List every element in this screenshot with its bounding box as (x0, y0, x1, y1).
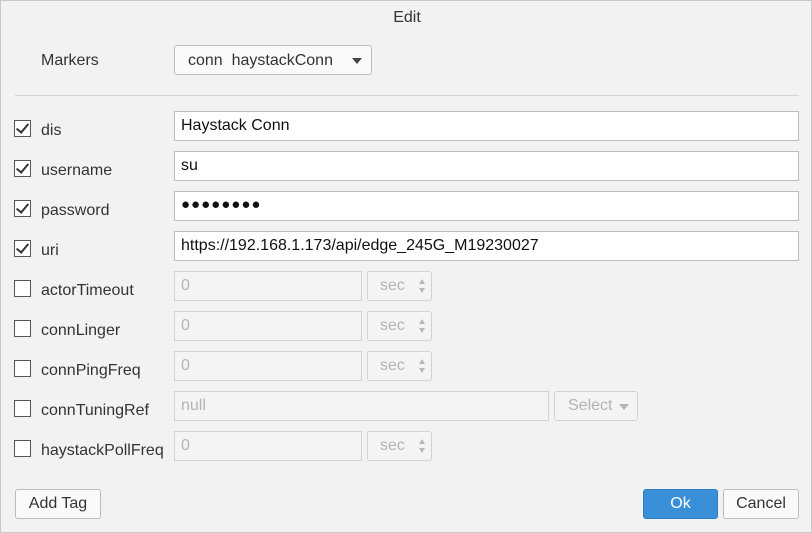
spin-down-icon (419, 368, 425, 373)
tag-label-connPingFreq: connPingFreq (41, 362, 141, 379)
actorTimeout-input: 0 (174, 271, 362, 301)
divider (15, 95, 799, 96)
checkbox-password[interactable] (14, 200, 31, 217)
password-mask: ●●●●●●●● (181, 196, 262, 213)
add-tag-button[interactable]: Add Tag (15, 489, 101, 519)
spin-down-icon (419, 288, 425, 293)
cancel-button[interactable]: Cancel (723, 489, 799, 519)
unit-label: sec (380, 277, 405, 294)
tag-label-connLinger: connLinger (41, 322, 121, 339)
unit-label: sec (380, 437, 405, 454)
tag-row-connLinger: connLinger 0 sec (1, 311, 812, 350)
tag-row-uri: uri https://192.168.1.173/api/edge_245G_… (1, 231, 812, 270)
checkbox-username[interactable] (14, 160, 31, 177)
spin-up-icon (419, 359, 425, 364)
spin-up-icon (419, 279, 425, 284)
tag-row-dis: dis Haystack Conn (1, 111, 812, 150)
tag-label-username: username (41, 162, 113, 179)
tag-row-actorTimeout: actorTimeout 0 sec (1, 271, 812, 310)
tag-row-haystackPollFreq: haystackPollFreq 0 sec (1, 431, 812, 470)
connTuningRef-select: Select (554, 391, 638, 421)
select-label: Select (568, 397, 613, 414)
checkbox-uri[interactable] (14, 240, 31, 257)
checkbox-actorTimeout[interactable] (14, 280, 31, 297)
tag-row-connPingFreq: connPingFreq 0 sec (1, 351, 812, 390)
connPingFreq-input: 0 (174, 351, 362, 381)
spin-up-icon (419, 319, 425, 324)
edit-dialog: Edit Markers conn haystackConn dis Hayst… (0, 0, 812, 533)
tag-label-password: password (41, 202, 110, 219)
actorTimeout-unit-select: sec (367, 271, 432, 301)
spin-down-icon (419, 448, 425, 453)
tag-label-actorTimeout: actorTimeout (41, 282, 134, 299)
password-input[interactable]: ●●●●●●●● (174, 191, 799, 221)
tag-row-connTuningRef: connTuningRef null Select (1, 391, 812, 430)
tag-label-connTuningRef: connTuningRef (41, 402, 149, 419)
tag-row-password: password ●●●●●●●● (1, 191, 812, 230)
chevron-down-icon (619, 404, 629, 410)
tag-label-dis: dis (41, 122, 62, 139)
checkbox-connTuningRef[interactable] (14, 400, 31, 417)
username-input[interactable]: su (174, 151, 799, 181)
tag-label-haystackPollFreq: haystackPollFreq (41, 442, 164, 459)
unit-label: sec (380, 317, 405, 334)
spin-up-icon (419, 439, 425, 444)
checkbox-connLinger[interactable] (14, 320, 31, 337)
tag-label-uri: uri (41, 242, 59, 259)
dialog-title: Edit (393, 9, 421, 26)
haystackPollFreq-unit-select: sec (367, 431, 432, 461)
markers-label: Markers (41, 52, 99, 69)
markers-dropdown[interactable]: conn haystackConn (174, 45, 372, 75)
markers-value: conn haystackConn (188, 52, 333, 69)
checkbox-dis[interactable] (14, 120, 31, 137)
connTuningRef-input: null (174, 391, 549, 421)
connPingFreq-unit-select: sec (367, 351, 432, 381)
tag-row-username: username su (1, 151, 812, 190)
checkbox-connPingFreq[interactable] (14, 360, 31, 377)
connLinger-input: 0 (174, 311, 362, 341)
unit-label: sec (380, 357, 405, 374)
checkbox-haystackPollFreq[interactable] (14, 440, 31, 457)
chevron-down-icon (352, 58, 362, 64)
spin-down-icon (419, 328, 425, 333)
connLinger-unit-select: sec (367, 311, 432, 341)
dis-input[interactable]: Haystack Conn (174, 111, 799, 141)
ok-button[interactable]: Ok (643, 489, 718, 519)
haystackPollFreq-input: 0 (174, 431, 362, 461)
uri-input[interactable]: https://192.168.1.173/api/edge_245G_M192… (174, 231, 799, 261)
